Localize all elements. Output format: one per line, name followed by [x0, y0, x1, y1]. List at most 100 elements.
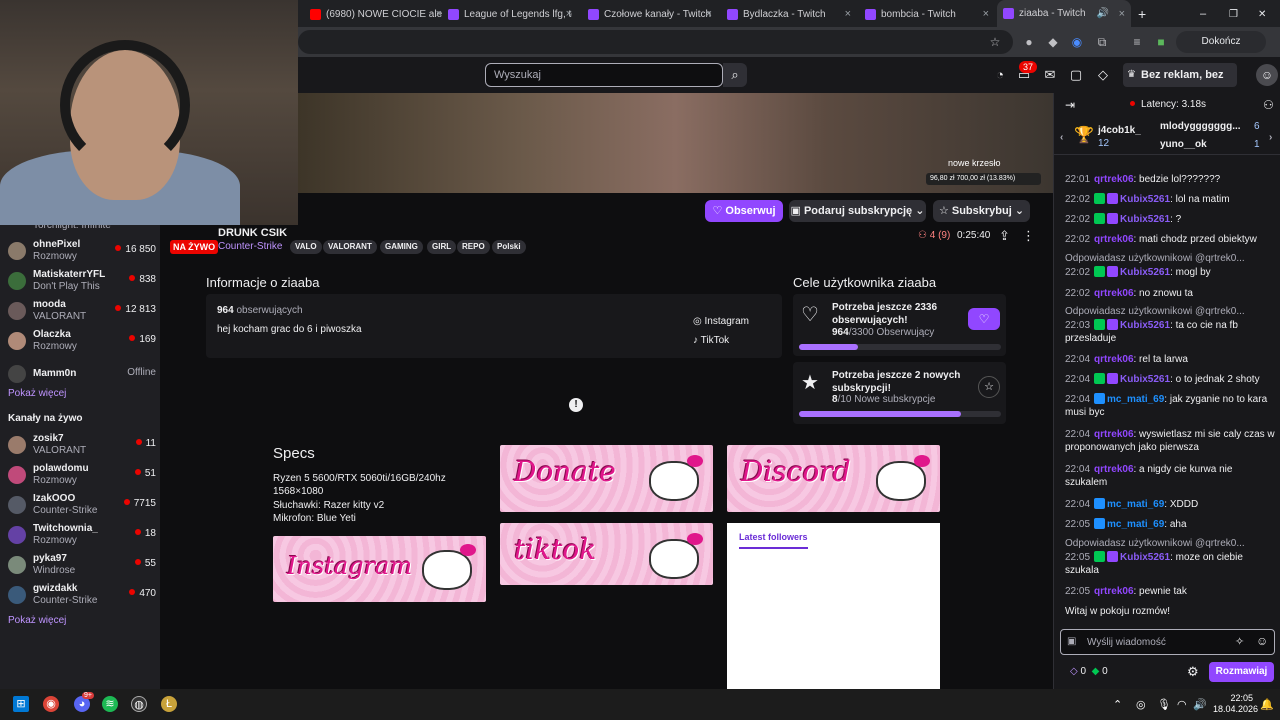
reading-list-icon[interactable]: ≡: [1130, 35, 1144, 49]
sparkle-icon[interactable]: ✧: [1235, 635, 1244, 648]
reply-indicator: Odpowiadasz użytkownikowi @qrtrek0...: [1065, 306, 1245, 317]
tiktok-panel[interactable]: tiktok: [500, 523, 713, 585]
close-tab-icon[interactable]: ×: [436, 8, 442, 20]
chevron-left-icon[interactable]: ‹: [1060, 132, 1063, 143]
browser-tab[interactable]: bombcia - Twitch ×: [865, 4, 989, 24]
chrome-icon[interactable]: ◉: [43, 696, 59, 712]
extension-icon[interactable]: ●: [1022, 35, 1036, 49]
more-options-icon[interactable]: ⋮: [1022, 228, 1035, 244]
wifi-icon[interactable]: ◠: [1177, 698, 1187, 711]
youtube-icon: [310, 8, 321, 20]
tiktok-link[interactable]: ♪ TikTok: [693, 335, 729, 346]
extension-icon[interactable]: ◉: [1070, 35, 1084, 49]
game-link[interactable]: Counter-Strike: [218, 241, 282, 252]
close-tab-icon[interactable]: ×: [983, 8, 989, 20]
gift-sub-button[interactable]: ▣ Podaruj subskrypcję ⌄: [789, 200, 926, 222]
avatar: [8, 272, 26, 290]
update-button[interactable]: Dokończ aktualizację: [1176, 31, 1266, 69]
discord-panel[interactable]: Discord: [727, 445, 940, 512]
specs-line: Ryzen 5 5600/RTX 5060ti/16GB/240hz: [273, 473, 446, 484]
tag[interactable]: VALORANT: [323, 240, 377, 254]
close-tab-icon[interactable]: ×: [1119, 8, 1125, 20]
sidebar-channel[interactable]: mooda VALORANT 12 813: [8, 298, 158, 328]
search-input[interactable]: Wyszukaj: [485, 63, 723, 87]
chevron-up-icon[interactable]: ⌃: [1113, 698, 1122, 711]
sidebar-channel[interactable]: ohnePixel Rozmowy 16 850: [8, 238, 158, 268]
sidebar-channel[interactable]: gwizdakk Counter-Strike 470: [8, 582, 158, 612]
tag[interactable]: GIRL: [427, 240, 457, 254]
volume-icon[interactable]: 🔊: [1193, 698, 1207, 711]
maximize-button[interactable]: ❐: [1229, 4, 1241, 24]
whispers-icon[interactable]: ▢: [1068, 67, 1084, 83]
league-icon[interactable]: Ł: [161, 696, 177, 712]
microphone-icon[interactable]: 🎙: [1157, 698, 1171, 711]
taskbar-clock[interactable]: 22:05 18.04.2026: [1213, 693, 1258, 715]
windows-start-icon[interactable]: ⊞: [13, 696, 29, 712]
adfree-button[interactable]: ♛Bez reklam, bez opłat: [1123, 63, 1237, 105]
channel-points[interactable]: ◇ 0 ◆ 0: [1070, 666, 1108, 677]
tag[interactable]: REPO: [457, 240, 490, 254]
search-icon[interactable]: ⌕: [723, 63, 747, 87]
profile-icon[interactable]: ■: [1154, 35, 1168, 49]
show-more-link[interactable]: Pokaż więcej: [8, 615, 66, 626]
mail-icon[interactable]: ✉: [1042, 67, 1058, 83]
sidebar-channel[interactable]: polawdomu Rozmowy 51: [8, 462, 158, 492]
follow-goal-button[interactable]: ♡: [968, 308, 1000, 330]
avatar: [8, 556, 26, 574]
users-icon[interactable]: ⚇: [1263, 98, 1274, 112]
tray-app-icon[interactable]: ◎: [1136, 698, 1146, 711]
collapse-chat-icon[interactable]: ⇥: [1065, 98, 1075, 112]
notifications-icon[interactable]: 🔔: [1260, 698, 1274, 711]
browser-tab[interactable]: Bydlaczka - Twitch ×: [727, 4, 851, 24]
sidebar-channel[interactable]: zosik7 VALORANT 11: [8, 432, 158, 462]
video-player[interactable]: nowe krzesło 96,80 zł 700,00 zł (13.83%): [298, 93, 1053, 193]
minimize-button[interactable]: –: [1200, 4, 1212, 24]
obs-icon[interactable]: ◍: [131, 696, 147, 712]
sidebar-channel[interactable]: pyka97 Windrose 55: [8, 552, 158, 582]
browser-tab[interactable]: Czołowe kanały - Twitch ×: [588, 4, 712, 24]
bits-icon[interactable]: ◇: [1095, 67, 1111, 83]
browser-tab[interactable]: League of Legends lfg, to ×: [448, 4, 572, 24]
chevron-right-icon[interactable]: ›: [1269, 132, 1272, 143]
instagram-panel[interactable]: Instagram: [273, 536, 486, 602]
sidebar-channel[interactable]: IzakOOO Counter-Strike 7715: [8, 492, 158, 522]
close-window-button[interactable]: ✕: [1258, 4, 1270, 24]
sidebar-channel[interactable]: Mamm0n Offline: [8, 361, 158, 391]
share-icon[interactable]: ⇪: [999, 228, 1010, 244]
new-tab-button[interactable]: +: [1138, 4, 1150, 24]
bookmark-star-icon[interactable]: ☆: [988, 35, 1002, 49]
instagram-link[interactable]: ◎ Instagram: [693, 316, 749, 327]
browser-tab-active[interactable]: ziaaba - Twitch 🔊 ×: [997, 0, 1131, 27]
sidebar-channel[interactable]: MatiskaterrYFL Don't Play This 838: [8, 268, 158, 298]
speaker-icon[interactable]: 🔊: [1097, 8, 1109, 19]
subscribe-goal-button[interactable]: ☆: [978, 376, 1000, 398]
badge-icon: [1094, 551, 1106, 562]
tag[interactable]: GAMING: [380, 240, 423, 254]
spotify-icon[interactable]: ≋: [102, 696, 118, 712]
address-bar[interactable]: [298, 30, 1013, 54]
browser-tab[interactable]: (6980) NOWE CIOCIE ale c ×: [310, 4, 442, 24]
emote-icon[interactable]: ▣: [1067, 636, 1076, 647]
show-more-link[interactable]: Pokaż więcej: [8, 388, 66, 399]
extension-icon[interactable]: ◆: [1046, 35, 1060, 49]
activity-icon[interactable]: ◔: [992, 67, 1008, 83]
latest-followers-tab[interactable]: Latest followers: [739, 532, 808, 549]
follow-button[interactable]: ♡ Obserwuj: [705, 200, 783, 222]
sidebar-channel[interactable]: Twitchownia_ Rozmowy 18: [8, 522, 158, 552]
tag[interactable]: VALO: [290, 240, 322, 254]
chat-send-button[interactable]: Rozmawiaj: [1209, 662, 1274, 682]
close-tab-icon[interactable]: ×: [566, 8, 572, 20]
settings-gear-icon[interactable]: ⚙: [1187, 664, 1199, 680]
tag[interactable]: Polski: [492, 240, 526, 254]
close-tab-icon[interactable]: ×: [845, 8, 851, 20]
sidebar-channel[interactable]: Olaczka Rozmowy 169: [8, 328, 158, 358]
user-avatar[interactable]: ☺: [1256, 64, 1278, 86]
close-tab-icon[interactable]: ×: [706, 8, 712, 20]
chat-message: 22:02 Kubix5261: mogl by: [1065, 266, 1211, 278]
puzzle-icon[interactable]: ⧉: [1095, 35, 1109, 49]
subscribe-button[interactable]: ☆ Subskrybuj ⌄: [933, 200, 1030, 222]
donate-panel[interactable]: Donate: [500, 445, 713, 512]
smiley-icon[interactable]: ☺: [1256, 634, 1268, 648]
star-icon: ★: [801, 372, 819, 394]
info-icon[interactable]: !: [569, 398, 583, 412]
